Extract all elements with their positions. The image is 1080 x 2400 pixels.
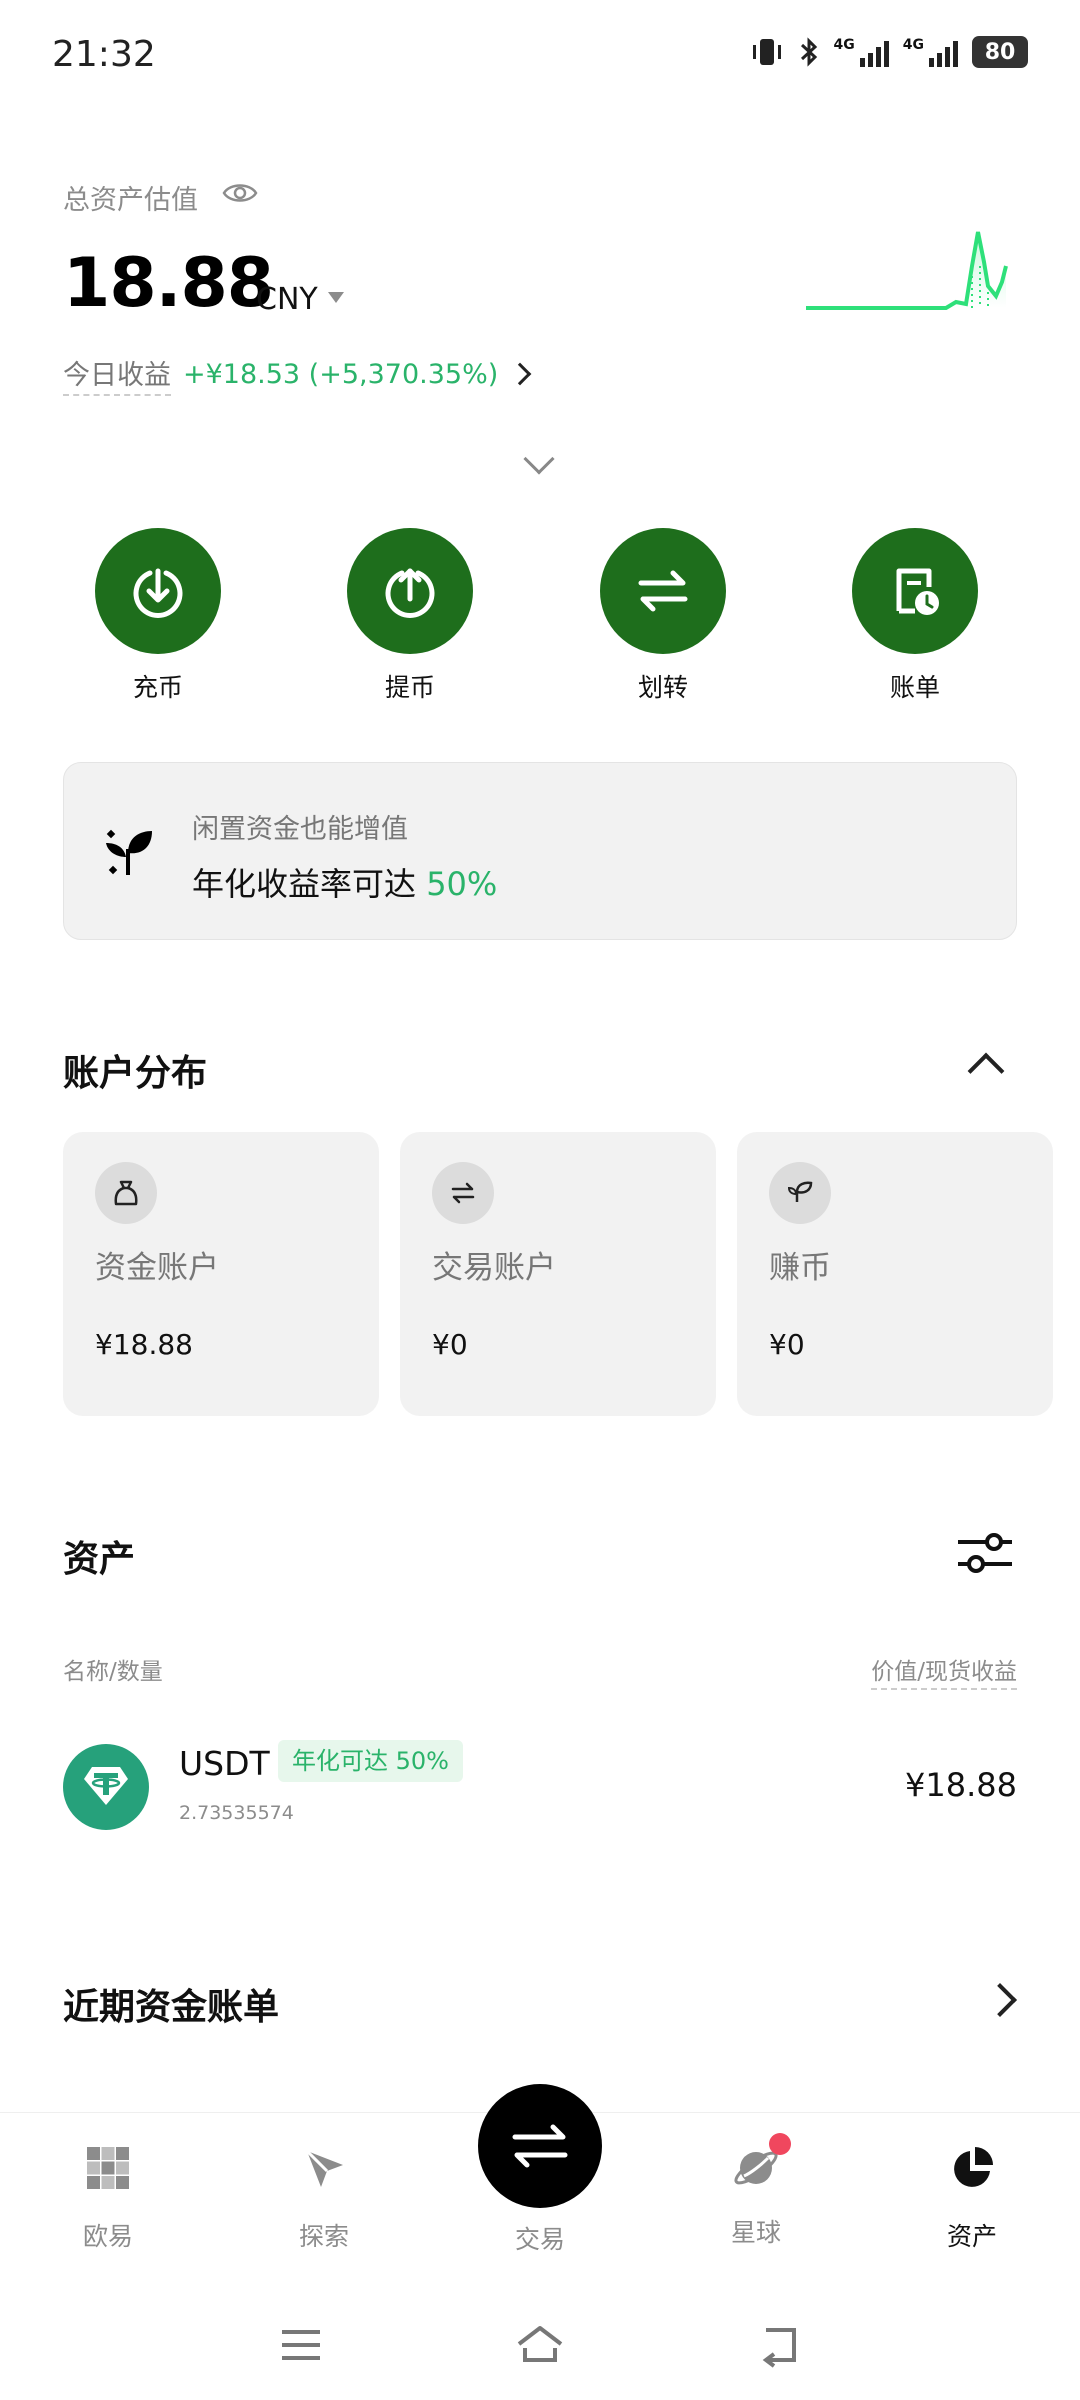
transfer-label: 划转 [637, 673, 688, 702]
earn-icon [787, 1181, 813, 1202]
asset-sparkline [806, 231, 1008, 310]
trade-swap-icon [512, 2124, 568, 2168]
signal-1-icon: 4G [834, 37, 889, 67]
transfer-icon [638, 570, 688, 612]
network-type-1: 4G [833, 37, 855, 53]
earn-promo-rate: 50% [426, 865, 498, 903]
swap-icon [451, 1182, 475, 1204]
pie-chart-icon [954, 2147, 993, 2187]
chevron-up-icon[interactable] [967, 1052, 1005, 1090]
nav-label: 探索 [298, 2222, 349, 2251]
nav-label: 星球 [730, 2218, 781, 2247]
total-assets-value: 18.88 [63, 244, 274, 323]
status-icons: 4G 4G 80 [750, 36, 1028, 68]
nav-item-assets[interactable]: 资产 [912, 2143, 1032, 2253]
expand-chevron-icon[interactable] [523, 443, 555, 475]
asset-name: USDT [179, 1744, 270, 1783]
today-pnl-row[interactable]: 今日收益 +¥18.53 (+5,370.35%) [63, 353, 532, 396]
earn-promo-text: 年化收益率可达 [192, 865, 417, 903]
deposit-icon [133, 568, 183, 618]
compass-icon [305, 2149, 343, 2187]
asset-row-usdt[interactable]: USDT 年化可达 50% 2.73535574 ¥18.88 [63, 1740, 1017, 1836]
caret-down-icon[interactable] [328, 292, 344, 303]
apy-badge[interactable]: 年化可达 50% [278, 1740, 463, 1782]
currency-selector[interactable]: CNY [256, 282, 318, 317]
funding-account-card[interactable]: 资金账户 ¥18.88 [63, 1132, 379, 1416]
trade-label: 交易 [514, 2225, 565, 2254]
system-navigation-bar [0, 2292, 1080, 2400]
deposit-button[interactable]: 充币 [93, 528, 223, 704]
back-icon[interactable] [756, 2320, 806, 2370]
withdraw-button[interactable]: 提币 [345, 528, 475, 704]
bill-label: 账单 [889, 673, 940, 702]
nav-item-planet[interactable]: 星球 [696, 2133, 816, 2249]
account-name: 资金账户 [95, 1250, 219, 1286]
asset-value: ¥18.88 [905, 1766, 1017, 1804]
nav-label: 欧易 [82, 2222, 133, 2251]
bill-icon [896, 568, 939, 615]
vibrate-icon [752, 39, 781, 65]
column-header-name: 名称/数量 [63, 1659, 163, 1685]
home-icon[interactable] [515, 2320, 565, 2370]
transfer-button[interactable]: 划转 [598, 528, 728, 704]
tether-icon [84, 1767, 128, 1805]
account-value: ¥0 [769, 1328, 805, 1361]
money-bag-icon [114, 1180, 138, 1206]
okx-logo-icon [87, 2147, 129, 2189]
account-value: ¥18.88 [95, 1328, 193, 1361]
status-time: 21:32 [52, 34, 156, 75]
bill-button[interactable]: 账单 [850, 528, 980, 704]
assets-title: 资产 [63, 1539, 136, 1580]
account-name: 交易账户 [432, 1250, 556, 1286]
withdraw-icon [385, 568, 435, 618]
recent-bills-title[interactable]: 近期资金账单 [63, 1978, 279, 2030]
earn-promo-subtitle: 闲置资金也能增值 [192, 814, 408, 845]
signal-2-icon: 4G [903, 37, 958, 67]
trade-button[interactable] [478, 2084, 602, 2208]
total-assets-label: 总资产估值 [63, 185, 198, 216]
nav-item-explore[interactable]: 探索 [264, 2143, 384, 2253]
notification-dot [769, 2133, 791, 2155]
column-header-value[interactable]: 价值/现货收益 [871, 1652, 1017, 1690]
bluetooth-icon [800, 37, 817, 67]
chevron-right-icon[interactable] [983, 1983, 1017, 2017]
withdraw-label: 提币 [384, 673, 435, 702]
today-pnl-value: +¥18.53 (+5,370.35%) [183, 358, 499, 390]
earn-account-card[interactable]: 赚币 ¥0 [737, 1132, 1053, 1416]
earn-promo-title: 年化收益率可达 50% [192, 859, 497, 905]
battery-icon: 80 [972, 36, 1028, 68]
network-type-2: 4G [902, 37, 924, 53]
account-value: ¥0 [432, 1328, 468, 1361]
trading-account-card[interactable]: 交易账户 ¥0 [400, 1132, 716, 1416]
today-pnl-label: 今日收益 [63, 353, 171, 396]
nav-label: 资产 [946, 2222, 997, 2251]
eye-icon[interactable] [222, 180, 258, 206]
filter-sliders-icon[interactable] [956, 1528, 1014, 1578]
status-bar: 21:32 4G 4G 80 [0, 0, 1080, 110]
asset-quantity: 2.73535574 [179, 1802, 294, 1824]
deposit-label: 充币 [132, 673, 183, 702]
sprout-icon [106, 829, 152, 875]
menu-icon[interactable] [276, 2320, 326, 2370]
earn-promo-banner[interactable]: 闲置资金也能增值 年化收益率可达 50% [63, 762, 1017, 940]
account-distribution-title: 账户分布 [63, 1053, 208, 1094]
nav-item-okx[interactable]: 欧易 [48, 2143, 168, 2253]
chevron-right-icon [508, 362, 532, 386]
account-name: 赚币 [769, 1250, 831, 1286]
